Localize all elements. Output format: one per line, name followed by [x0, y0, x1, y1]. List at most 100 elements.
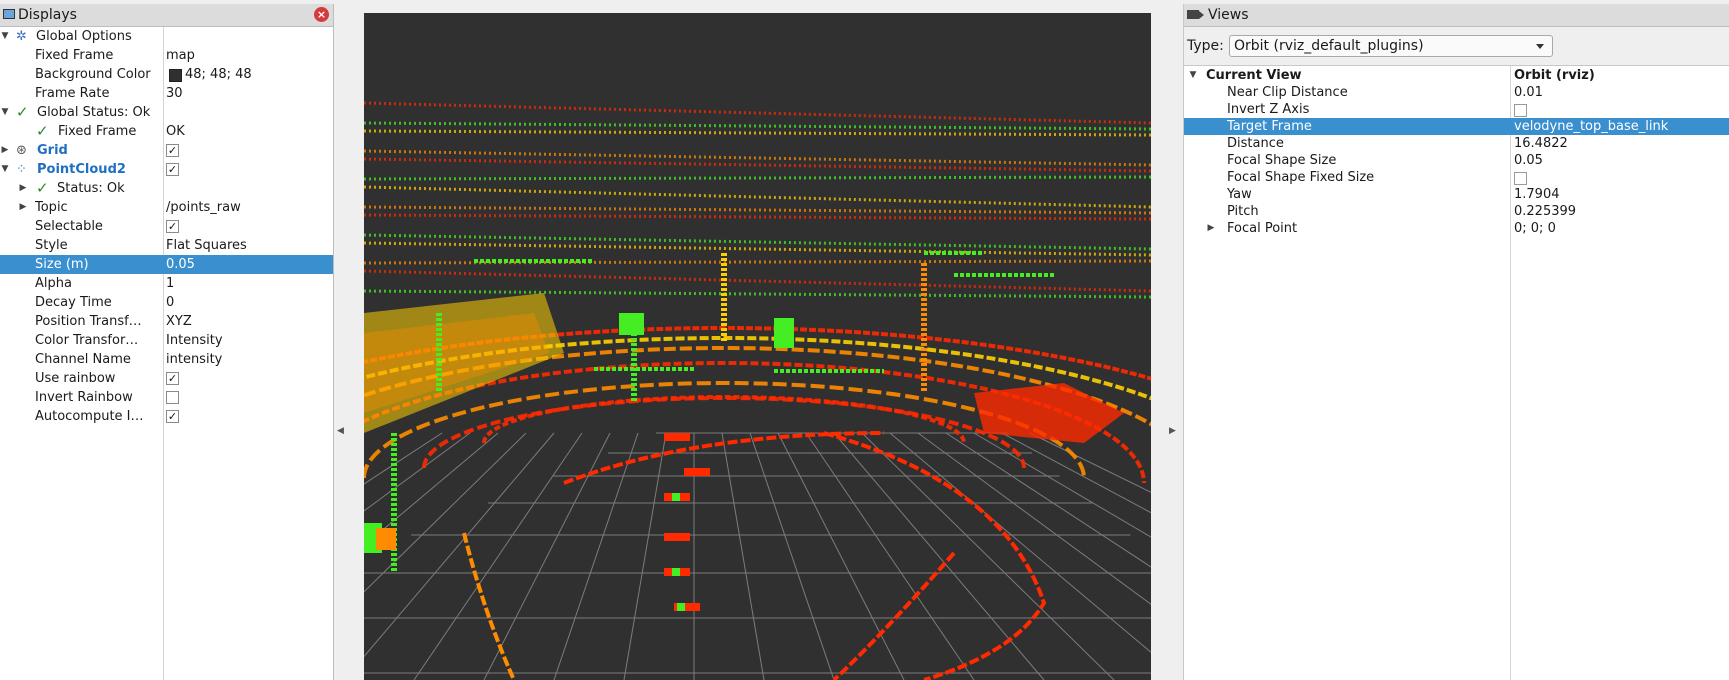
tree-row-alpha[interactable]: Alpha 1 [0, 274, 333, 293]
expand-arrow-icon[interactable]: ▼ [0, 160, 10, 179]
collapse-arrow-icon[interactable]: ▶ [1206, 220, 1216, 237]
distant-points [364, 149, 1151, 167]
use-rainbow-checkbox[interactable]: ✓ [166, 372, 179, 385]
row-value[interactable]: 1.7904 [1514, 186, 1560, 203]
tree-row-style[interactable]: Style Flat Squares [0, 236, 333, 255]
grid-line [833, 432, 1045, 680]
collapse-arrow-icon[interactable]: ▶ [18, 179, 28, 198]
tree-row-fixed-frame-status[interactable]: ✓ Fixed Frame OK [0, 122, 333, 141]
view-row-focal-point[interactable]: ▶ Focal Point 0; 0; 0 [1184, 220, 1729, 237]
row-label: Grid [37, 143, 68, 158]
distant-points [364, 157, 1151, 173]
scan-ring [482, 395, 966, 444]
row-label: Color Transfor… [35, 333, 139, 348]
row-value[interactable]: velodyne_top_base_link [1514, 118, 1668, 135]
row-value[interactable]: 30 [166, 84, 183, 103]
view-type-value: Orbit (rviz_default_plugins) [1234, 38, 1424, 54]
expand-arrow-icon[interactable]: ▼ [1188, 67, 1198, 84]
view-row-current-view[interactable]: ▼ Current View Orbit (rviz) [1184, 67, 1729, 84]
row-label: Style [35, 238, 68, 253]
row-label: Fixed Frame [58, 124, 137, 139]
tree-row-use-rainbow[interactable]: Use rainbow ✓ [0, 369, 333, 388]
row-label: Channel Name [35, 352, 131, 367]
camera-icon [1187, 10, 1204, 19]
tree-row-global-status[interactable]: ▼ ✓ Global Status: Ok [0, 103, 333, 122]
row-value[interactable]: XYZ [166, 312, 192, 331]
tree-row-pointcloud-status[interactable]: ▶ ✓ Status: Ok [0, 179, 333, 198]
row-value[interactable]: 1 [166, 274, 174, 293]
invert-z-checkbox[interactable] [1514, 104, 1527, 117]
row-value[interactable]: intensity [166, 350, 222, 369]
tree-row-selectable[interactable]: Selectable ✓ [0, 217, 333, 236]
row-label: Position Transf… [35, 314, 142, 329]
row-value[interactable]: 16.4822 [1514, 135, 1568, 152]
view-row-yaw[interactable]: Yaw 1.7904 [1184, 186, 1729, 203]
3d-viewport[interactable] [364, 13, 1151, 680]
tree-row-color-transformer[interactable]: Color Transfor… Intensity [0, 331, 333, 350]
pointcloud2-enabled-checkbox[interactable]: ✓ [166, 163, 179, 176]
expand-arrow-icon[interactable]: ▼ [0, 103, 10, 122]
grid-line [364, 432, 499, 547]
view-type-dropdown[interactable]: Orbit (rviz_default_plugins) [1229, 35, 1553, 57]
left-splitter-handle[interactable]: ◀ [334, 4, 346, 680]
tree-row-size[interactable]: Size (m) 0.05 [0, 255, 333, 274]
close-icon[interactable]: × [314, 7, 329, 22]
collapse-arrow-icon[interactable]: ▶ [0, 141, 10, 160]
row-value[interactable]: 48; 48; 48 [185, 65, 252, 84]
tree-row-global-options[interactable]: ▼ ✲ Global Options [0, 27, 333, 46]
tree-row-pointcloud2[interactable]: ▼ ⁘ PointCloud2 ✓ [0, 160, 333, 179]
tree-row-position-transformer[interactable]: Position Transf… XYZ [0, 312, 333, 331]
view-row-pitch[interactable]: Pitch 0.225399 [1184, 203, 1729, 220]
tree-row-decay-time[interactable]: Decay Time 0 [0, 293, 333, 312]
distant-points [364, 205, 1151, 215]
marker-points [672, 493, 680, 501]
row-value[interactable]: 0.05 [166, 255, 195, 274]
distant-points [364, 241, 1151, 257]
tree-row-invert-rainbow[interactable]: Invert Rainbow [0, 388, 333, 407]
tree-row-background-color[interactable]: Background Color 48; 48; 48 [0, 65, 333, 84]
tree-row-fixed-frame[interactable]: Fixed Frame map [0, 46, 333, 65]
tree-row-channel-name[interactable]: Channel Name intensity [0, 350, 333, 369]
view-row-invert-z[interactable]: Invert Z Axis [1184, 101, 1729, 118]
grid-line [413, 432, 583, 680]
distant-points [364, 289, 1151, 299]
color-swatch[interactable] [169, 69, 182, 82]
tree-row-frame-rate[interactable]: Frame Rate 30 [0, 84, 333, 103]
row-value[interactable]: 0; 0; 0 [1514, 220, 1556, 237]
row-label: Topic [35, 200, 68, 215]
row-value[interactable]: map [166, 46, 195, 65]
row-label: Invert Rainbow [35, 390, 133, 405]
focal-shape-fixed-checkbox[interactable] [1514, 172, 1527, 185]
tree-row-grid[interactable]: ▶ ⊛ Grid ✓ [0, 141, 333, 160]
row-value[interactable]: 0.05 [1514, 152, 1543, 169]
pointcloud-scene[interactable] [364, 13, 1151, 680]
collapse-arrow-icon[interactable]: ▶ [18, 198, 28, 217]
view-row-distance[interactable]: Distance 16.4822 [1184, 135, 1729, 152]
autocompute-checkbox[interactable]: ✓ [166, 410, 179, 423]
row-value[interactable]: Intensity [166, 331, 223, 350]
row-label: Focal Shape Size [1227, 153, 1337, 168]
displays-tree: ▼ ✲ Global Options Fixed Frame map Backg… [0, 27, 333, 680]
row-label: Near Clip Distance [1227, 85, 1348, 100]
selectable-checkbox[interactable]: ✓ [166, 220, 179, 233]
view-row-near-clip[interactable]: Near Clip Distance 0.01 [1184, 84, 1729, 101]
row-value[interactable]: 0.01 [1514, 84, 1543, 101]
row-value[interactable]: 0.225399 [1514, 203, 1576, 220]
expand-arrow-icon[interactable]: ▼ [0, 27, 10, 46]
collapse-right-icon[interactable]: ▶ [1169, 426, 1176, 436]
view-row-focal-shape-fixed[interactable]: Focal Shape Fixed Size [1184, 169, 1729, 186]
view-row-focal-shape-size[interactable]: Focal Shape Size 0.05 [1184, 152, 1729, 169]
collapse-left-icon[interactable]: ◀ [337, 426, 344, 436]
row-value[interactable]: 0 [166, 293, 174, 312]
tree-row-autocompute-intensity[interactable]: Autocompute I… ✓ [0, 407, 333, 426]
row-value[interactable]: /points_raw [166, 198, 241, 217]
row-label: Use rainbow [35, 371, 116, 386]
marker-points [664, 533, 690, 541]
invert-rainbow-checkbox[interactable] [166, 391, 179, 404]
grid-enabled-checkbox[interactable]: ✓ [166, 144, 179, 157]
view-row-target-frame[interactable]: Target Frame velodyne_top_base_link [1184, 118, 1729, 135]
row-value[interactable]: Flat Squares [166, 236, 247, 255]
distant-points [364, 121, 1151, 131]
right-splitter-handle[interactable]: ▶ [1166, 4, 1178, 680]
tree-row-topic[interactable]: ▶ Topic /points_raw [0, 198, 333, 217]
